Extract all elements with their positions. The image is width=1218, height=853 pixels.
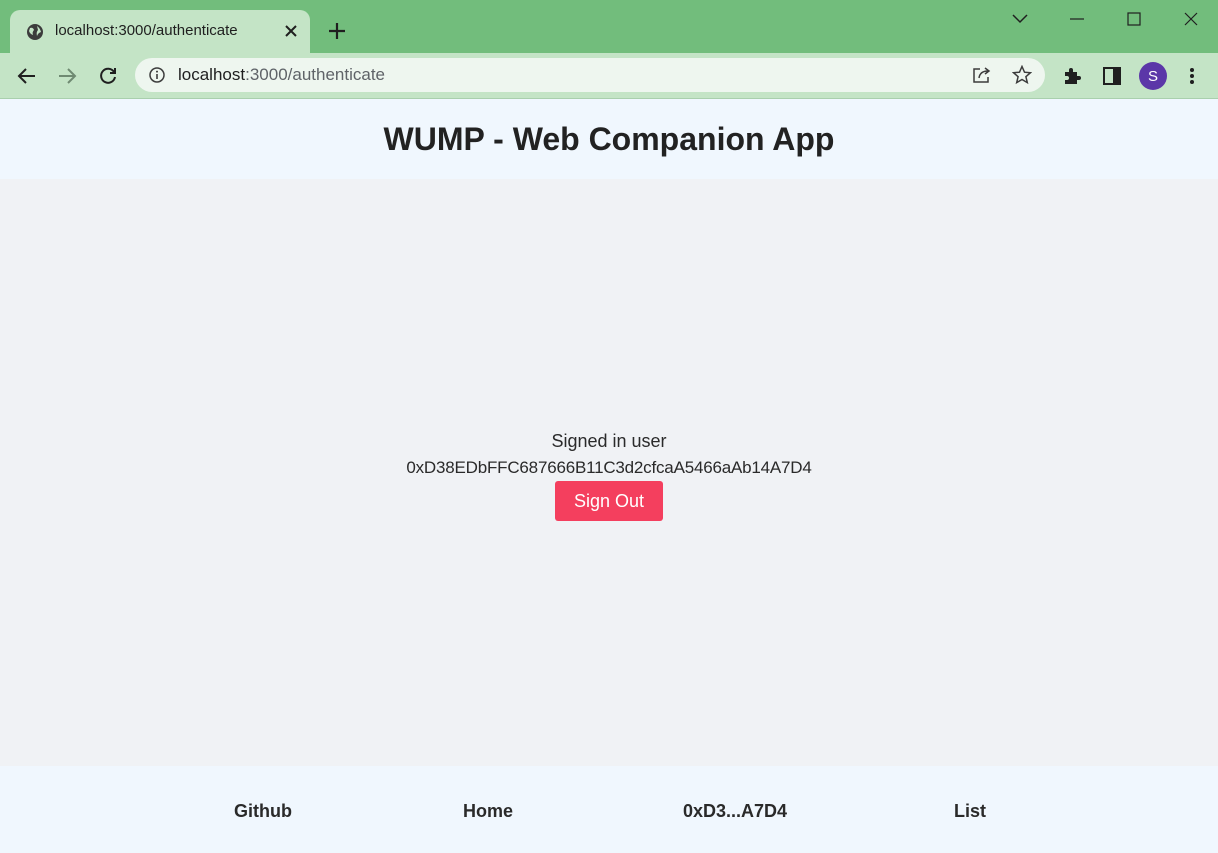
- maximize-icon[interactable]: [1120, 6, 1148, 32]
- bookmark-star-icon[interactable]: [1012, 65, 1032, 85]
- url-host: localhost: [178, 65, 246, 84]
- menu-kebab-icon[interactable]: [1181, 65, 1203, 87]
- main-content: Signed in user 0xD38EDbFFC687666B11C3d2c…: [0, 179, 1218, 766]
- site-info-icon[interactable]: [149, 67, 165, 83]
- profile-avatar[interactable]: S: [1139, 62, 1167, 90]
- tab-title: localhost:3000/authenticate: [55, 22, 238, 39]
- globe-icon: [26, 23, 44, 41]
- new-tab-icon[interactable]: [326, 20, 348, 42]
- close-tab-icon[interactable]: [282, 21, 300, 41]
- url-text: localhost:3000/authenticate: [178, 65, 385, 85]
- signed-in-panel: Signed in user 0xD38EDbFFC687666B11C3d2c…: [0, 427, 1218, 521]
- footer-link-home[interactable]: Home: [463, 801, 513, 822]
- tab-search-chevron-icon[interactable]: [1006, 6, 1034, 32]
- browser-toolbar: localhost:3000/authenticate S: [0, 53, 1218, 99]
- wallet-address: 0xD38EDbFFC687666B11C3d2cfcaA5466aAb14A7…: [406, 458, 812, 477]
- address-bar[interactable]: localhost:3000/authenticate: [135, 58, 1045, 92]
- reload-icon[interactable]: [95, 63, 121, 89]
- footer-nav: Github Home 0xD3...A7D4 List: [0, 766, 1218, 853]
- share-icon[interactable]: [972, 65, 992, 85]
- forward-icon[interactable]: [54, 63, 80, 89]
- browser-tab[interactable]: localhost:3000/authenticate: [10, 10, 310, 53]
- side-panel-icon[interactable]: [1101, 65, 1123, 87]
- page-header: WUMP - Web Companion App: [0, 99, 1218, 179]
- page-title: WUMP - Web Companion App: [383, 120, 835, 157]
- close-window-icon[interactable]: [1177, 6, 1205, 32]
- sign-out-button[interactable]: Sign Out: [555, 481, 663, 521]
- signed-in-label: Signed in user: [551, 431, 667, 451]
- extensions-puzzle-icon[interactable]: [1061, 65, 1083, 87]
- minimize-icon[interactable]: [1063, 6, 1091, 32]
- footer-link-github[interactable]: Github: [234, 801, 292, 822]
- footer-link-account[interactable]: 0xD3...A7D4: [683, 801, 787, 822]
- url-path: :3000/authenticate: [245, 65, 386, 84]
- tab-strip: localhost:3000/authenticate: [0, 0, 1218, 53]
- footer-link-list[interactable]: List: [954, 801, 986, 822]
- back-icon[interactable]: [14, 63, 40, 89]
